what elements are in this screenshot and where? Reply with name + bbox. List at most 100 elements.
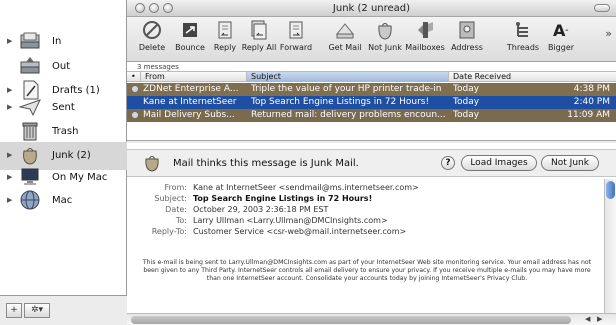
header-value: Larry Ullman <Larry.Ullman@DMCInsights.c…: [193, 216, 388, 225]
bigger-label: Bigger: [547, 43, 575, 52]
get-mail-icon: [335, 23, 355, 39]
outbox-tray-icon: [20, 57, 40, 74]
column-header-row: • From Subject Date Received: [127, 71, 616, 82]
delete-button[interactable]: Delete: [137, 20, 167, 52]
mailbox-label: Sent: [52, 102, 75, 113]
disclosure-triangle-icon[interactable]: ▶: [7, 86, 12, 94]
mailbox-label: On My Mac: [52, 172, 108, 183]
table-row[interactable]: ZDNet Enterprise A... Triple the value o…: [127, 83, 616, 96]
column-from-header[interactable]: From: [141, 72, 247, 82]
get-mail-button[interactable]: Get Mail: [327, 20, 363, 52]
header-reply-to: Reply-To: Customer Service <csr-web@mail…: [127, 227, 597, 237]
mailboxes-icon: [418, 22, 433, 38]
reply-all-button[interactable]: Reply All: [241, 20, 277, 52]
threads-icon: [516, 22, 528, 37]
mailbox-action-menu-button[interactable]: ✲▾: [24, 303, 50, 318]
window-title-bar: Junk (2 unread): [127, 0, 616, 17]
header-subject: Subject: Top Search Engine Listings in 7…: [127, 194, 597, 204]
help-button[interactable]: ?: [441, 156, 455, 170]
row-from: Mail Delivery Subs...: [143, 110, 235, 120]
toolbar-toggle-button[interactable]: [594, 4, 610, 12]
unread-dot-icon: [132, 112, 138, 118]
junk-mail-banner: Mail thinks this message is Junk Mail. ?…: [127, 149, 616, 177]
message-body: This e-mail is being sent to Larry.Ullma…: [142, 259, 592, 282]
mailbox-mac[interactable]: ▶ Mac: [0, 187, 127, 215]
load-images-button[interactable]: Load Images: [461, 155, 537, 171]
header-date: Date: October 29, 2003 2:36:18 PM EST: [127, 205, 597, 215]
not-junk-label: Not Junk: [368, 43, 402, 52]
bigger-font-icon: A-: [553, 21, 569, 40]
header-key: Reply-To:: [151, 227, 187, 236]
header-to: To: Larry Ullman <Larry.Ullman@DMCInsigh…: [127, 216, 597, 226]
not-junk-button[interactable]: Not Junk: [367, 20, 403, 52]
dot-mac-globe-icon: [20, 190, 40, 210]
delete-icon: [143, 21, 161, 39]
horizontal-scroll-thumb[interactable]: [131, 316, 571, 324]
column-status-header[interactable]: •: [127, 72, 141, 82]
mailboxes-button[interactable]: Mailboxes: [405, 20, 445, 52]
bigger-button[interactable]: A- Bigger: [545, 20, 577, 52]
row-time: 4:38 PM: [573, 84, 610, 94]
disclosure-triangle-icon[interactable]: ▶: [7, 103, 12, 111]
toolbar-overflow-button[interactable]: »: [605, 27, 612, 40]
bounce-button[interactable]: Bounce: [173, 20, 207, 52]
threads-button[interactable]: Threads: [505, 20, 541, 52]
message-count: 3 messages: [137, 63, 179, 71]
reply-button[interactable]: Reply: [211, 20, 239, 52]
header-key: Date:: [165, 205, 187, 214]
drawer-footer: + ✲▾: [0, 295, 127, 325]
header-from: From: Kane at InternetSeer <sendmail@ms.…: [127, 183, 597, 193]
row-from: Kane at InternetSeer: [143, 97, 237, 107]
row-subject: Triple the value of your HP printer trad…: [251, 84, 442, 94]
disclosure-triangle-icon[interactable]: ▶: [7, 151, 12, 159]
reply-icon: [218, 21, 232, 39]
scroll-left-arrow-icon[interactable]: ◀: [585, 315, 590, 323]
mailbox-drawer: ▶ In Out ▶ Drafts (1) ▶ Sent Trash ▶ Jun…: [0, 0, 127, 325]
get-mail-label: Get Mail: [328, 43, 362, 52]
row-from: ZDNet Enterprise A...: [143, 84, 239, 94]
bounce-label: Bounce: [175, 43, 205, 52]
forward-icon: [289, 21, 303, 39]
disclosure-triangle-icon[interactable]: ▶: [7, 37, 12, 45]
delete-label: Delete: [138, 43, 166, 52]
forward-button[interactable]: Forward: [279, 20, 313, 52]
mailbox-label: Junk (2): [52, 150, 91, 161]
inbox-tray-icon: [20, 32, 40, 49]
unread-dot-icon: [132, 86, 138, 92]
header-key: Subject:: [154, 194, 187, 203]
address-book-icon: [459, 21, 475, 39]
threads-label: Threads: [506, 43, 540, 52]
column-date-header[interactable]: Date Received: [449, 72, 616, 82]
row-time: 2:40 PM: [573, 97, 610, 107]
header-value: October 29, 2003 2:36:18 PM EST: [193, 205, 329, 214]
header-value: Top Search Engine Listings in 72 Hours!: [193, 194, 373, 203]
junk-bag-icon: [23, 148, 37, 165]
not-junk-icon: [378, 23, 392, 40]
table-row[interactable]: Kane at InternetSeer Top Search Engine L…: [127, 96, 616, 109]
column-subject-header[interactable]: Subject: [247, 72, 449, 82]
row-subject: Returned mail: delivery problems encoun.…: [251, 110, 446, 120]
table-row[interactable]: Mail Delivery Subs... Returned mail: del…: [127, 109, 616, 122]
header-key: From:: [164, 183, 187, 192]
horizontal-scrollbar[interactable]: ◀ ▶: [127, 313, 616, 325]
address-label: Address: [451, 43, 483, 52]
reply-label: Reply: [213, 43, 237, 52]
disclosure-triangle-icon[interactable]: ▶: [7, 173, 12, 181]
message-preview-pane: Mail thinks this message is Junk Mail. ?…: [127, 143, 616, 325]
address-button[interactable]: Address: [449, 20, 485, 52]
message-list: 3 messages • From Subject Date Received …: [127, 62, 616, 143]
disclosure-triangle-icon[interactable]: ▶: [7, 196, 12, 204]
bounce-icon: [183, 23, 197, 37]
add-mailbox-button[interactable]: +: [6, 303, 22, 318]
toolbar: Delete Bounce Reply Reply All Forward Ge…: [127, 17, 616, 62]
header-value: Customer Service <csr-web@mail.internets…: [193, 227, 407, 236]
window-title: Junk (2 unread): [332, 3, 411, 14]
header-key: To:: [175, 216, 187, 225]
not-junk-banner-button[interactable]: Not Junk: [541, 155, 599, 171]
trash-can-icon: [22, 122, 38, 141]
scroll-right-arrow-icon[interactable]: ▶: [597, 315, 602, 323]
vertical-scroll-thumb[interactable]: [606, 181, 615, 199]
row-date: Today: [453, 110, 480, 120]
vertical-scrollbar[interactable]: [604, 179, 616, 313]
mailbox-in[interactable]: ▶ In: [0, 28, 127, 56]
